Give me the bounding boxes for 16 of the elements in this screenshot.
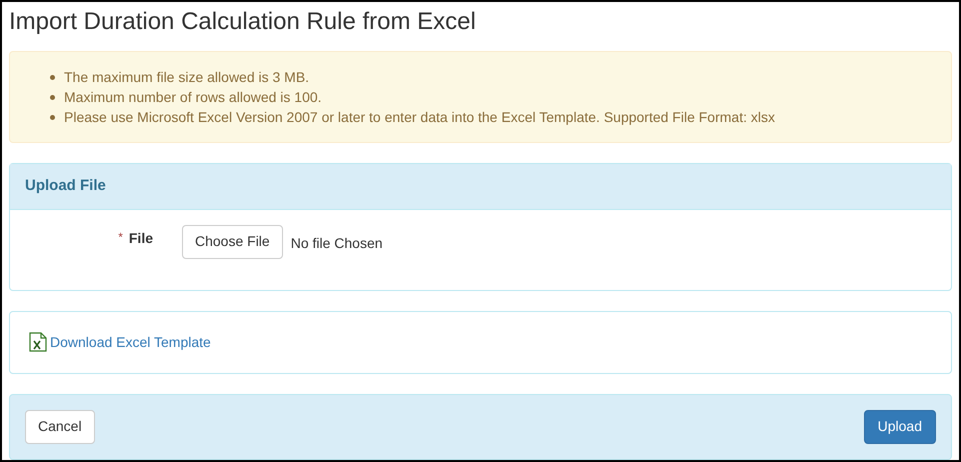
choose-file-button[interactable]: Choose File	[182, 224, 283, 258]
bullet-icon	[50, 114, 55, 120]
required-mark: *	[118, 228, 123, 246]
note-text: The maximum file size allowed is 3 MB.	[64, 68, 310, 87]
bullet-icon	[50, 74, 55, 80]
bullet-icon	[50, 94, 55, 100]
upload-button[interactable]: Upload	[864, 410, 936, 444]
field-label: File	[128, 228, 153, 248]
spreadsheet-file-icon	[29, 332, 47, 352]
download-template-link[interactable]: Download Excel Template	[50, 332, 211, 352]
note-text: Maximum number of rows allowed is 100.	[64, 88, 322, 107]
cancel-button[interactable]: Cancel	[25, 410, 95, 444]
panel-title: Upload File	[25, 177, 106, 194]
file-status: No file Chosen	[290, 234, 383, 252]
dialog-title: Import Duration Calculation Rule from Excel	[9, 7, 477, 37]
note-text: Please use Microsoft Excel Version 2007 or later to enter data into the Excel Template. Supported File Format: xlsx	[64, 108, 775, 127]
